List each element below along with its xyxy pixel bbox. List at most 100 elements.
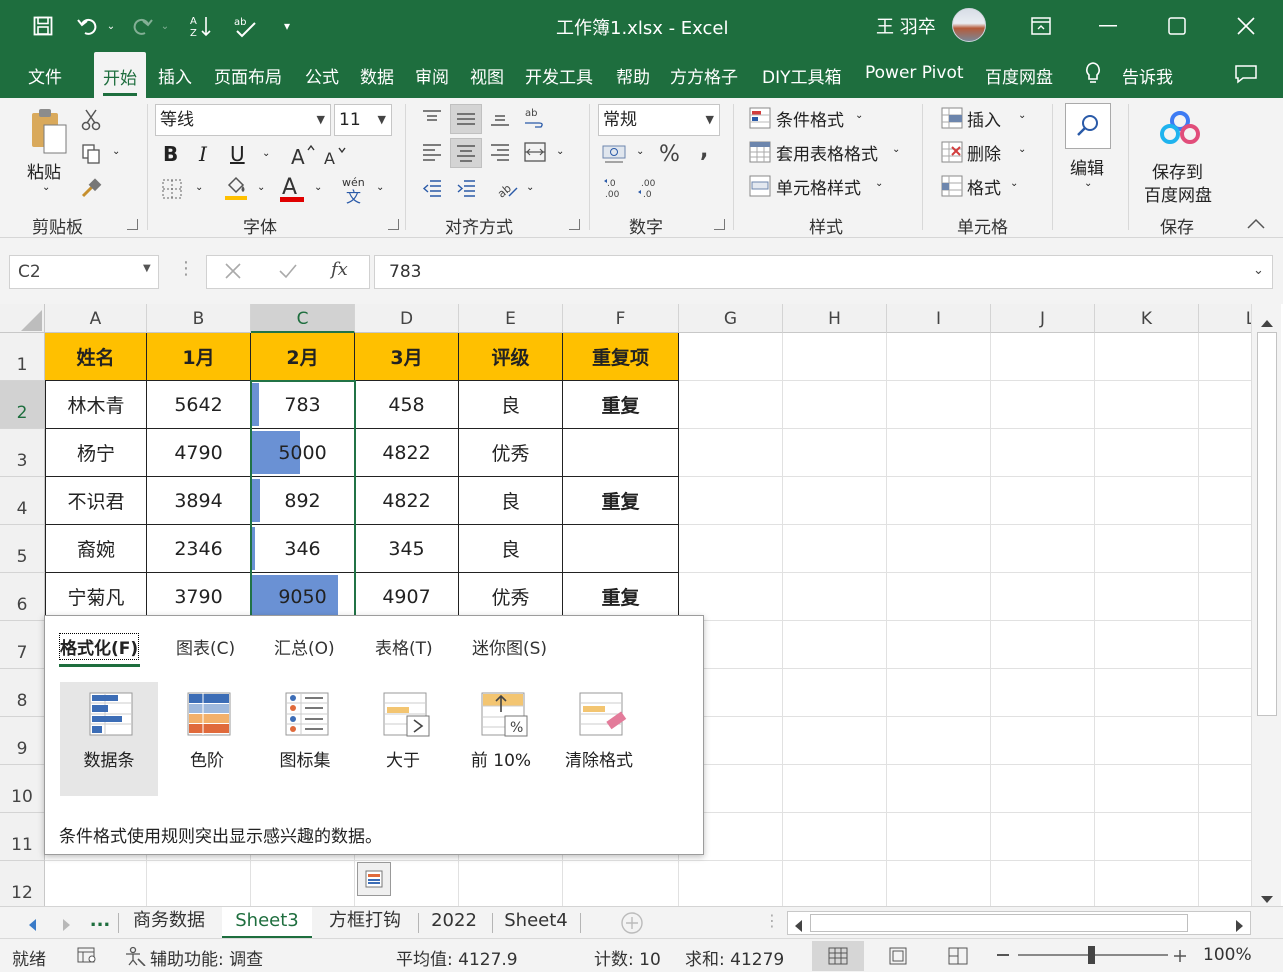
- insert-cells-button[interactable]: 插入: [967, 106, 1001, 131]
- cell[interactable]: [887, 477, 991, 525]
- save-to-line1[interactable]: 保存到: [1152, 158, 1203, 183]
- table-cell[interactable]: 良: [459, 525, 563, 573]
- tab-fangfang[interactable]: 方方格子: [670, 63, 738, 88]
- format-cells-button[interactable]: 格式: [967, 174, 1001, 199]
- insert-cells-dropdown-icon[interactable]: ⌄: [1018, 110, 1026, 121]
- more-sheets-button[interactable]: ...: [89, 907, 111, 939]
- table-cell[interactable]: [563, 525, 679, 573]
- table-cell[interactable]: 3894: [147, 477, 251, 525]
- editing-dropdown-icon[interactable]: ⌄: [1084, 178, 1092, 189]
- column-header-A[interactable]: A: [45, 304, 147, 333]
- table-cell[interactable]: 4790: [147, 429, 251, 477]
- qa-option-color-scale[interactable]: 色阶: [158, 682, 256, 796]
- cell[interactable]: [783, 333, 887, 381]
- delete-cells-button[interactable]: 删除: [967, 140, 1001, 165]
- row-header-9[interactable]: 9: [0, 717, 45, 765]
- scroll-left-icon[interactable]: [794, 917, 802, 937]
- vertical-scrollbar[interactable]: [1251, 304, 1281, 906]
- table-header-cell[interactable]: 1月: [147, 333, 251, 381]
- expand-formula-icon[interactable]: ⌄: [1253, 263, 1264, 278]
- maximize-icon[interactable]: [1154, 8, 1200, 44]
- row-header-1[interactable]: 1: [0, 333, 45, 381]
- table-cell[interactable]: 346: [251, 525, 355, 573]
- table-cell[interactable]: 重复: [563, 381, 679, 429]
- table-cell[interactable]: 2346: [147, 525, 251, 573]
- font-name-combo[interactable]: 等线 ▼: [155, 104, 331, 136]
- table-header-cell[interactable]: 重复项: [563, 333, 679, 381]
- cell[interactable]: [1199, 813, 1251, 861]
- cell[interactable]: [991, 573, 1095, 621]
- qa-option-greater-than[interactable]: 大于: [354, 682, 452, 796]
- paste-label[interactable]: 粘贴: [27, 158, 61, 183]
- cell[interactable]: [1095, 861, 1199, 906]
- increase-font-icon[interactable]: A: [290, 142, 316, 168]
- decrease-decimal-icon[interactable]: .00.0: [636, 176, 666, 202]
- cell[interactable]: [1199, 669, 1251, 717]
- percent-style-button[interactable]: %: [659, 142, 680, 167]
- table-cell[interactable]: 裔婉: [45, 525, 147, 573]
- font-color-icon[interactable]: A: [278, 174, 306, 202]
- table-header-cell[interactable]: 2月: [251, 333, 355, 381]
- table-format-icon[interactable]: [748, 140, 772, 164]
- cell[interactable]: [1199, 861, 1251, 906]
- alignment-launcher-icon[interactable]: [569, 219, 580, 230]
- cell[interactable]: [887, 669, 991, 717]
- row-header-4[interactable]: 4: [0, 477, 45, 525]
- macro-record-icon[interactable]: [77, 946, 97, 969]
- fill-color-icon[interactable]: [222, 174, 250, 202]
- cell[interactable]: [991, 477, 1095, 525]
- number-format-combo[interactable]: 常规 ▼: [598, 104, 720, 136]
- column-header-E[interactable]: E: [459, 304, 563, 333]
- borders-dropdown-icon[interactable]: ⌄: [195, 182, 203, 193]
- cell[interactable]: [679, 573, 783, 621]
- qa-option-databar[interactable]: 数据条: [60, 682, 158, 796]
- add-sheet-icon[interactable]: [620, 911, 644, 940]
- cell[interactable]: [783, 477, 887, 525]
- table-cell[interactable]: [563, 429, 679, 477]
- column-header-J[interactable]: J: [991, 304, 1095, 333]
- zoom-level[interactable]: 100%: [1203, 945, 1252, 965]
- tab-file[interactable]: 文件: [28, 63, 62, 88]
- close-icon[interactable]: [1223, 8, 1269, 44]
- cell[interactable]: [991, 717, 1095, 765]
- underline-dropdown-icon[interactable]: ⌄: [262, 148, 270, 159]
- cell[interactable]: [991, 333, 1095, 381]
- align-right-icon[interactable]: [486, 138, 514, 166]
- format-painter-icon[interactable]: [80, 176, 102, 200]
- cell[interactable]: [1095, 573, 1199, 621]
- row-header-2[interactable]: 2: [0, 381, 45, 429]
- align-center-icon[interactable]: [450, 138, 482, 168]
- cell[interactable]: [1199, 477, 1251, 525]
- page-break-view-icon[interactable]: [932, 941, 984, 971]
- cell[interactable]: [679, 477, 783, 525]
- cell[interactable]: [783, 669, 887, 717]
- cell[interactable]: [1095, 717, 1199, 765]
- cell[interactable]: [783, 621, 887, 669]
- wrap-text-icon[interactable]: ab: [520, 104, 550, 132]
- table-cell[interactable]: 5642: [147, 381, 251, 429]
- cell[interactable]: [887, 525, 991, 573]
- column-header-K[interactable]: K: [1095, 304, 1199, 333]
- qa-tab-totals[interactable]: 汇总(O): [274, 634, 335, 659]
- row-header-12[interactable]: 12: [0, 861, 45, 906]
- font-color-dropdown-icon[interactable]: ⌄: [314, 182, 322, 193]
- copy-icon[interactable]: [80, 142, 102, 166]
- vertical-scroll-thumb[interactable]: [1257, 332, 1277, 716]
- row-header-11[interactable]: 11: [0, 813, 45, 861]
- cell[interactable]: [1095, 429, 1199, 477]
- tab-page-layout[interactable]: 页面布局: [214, 63, 282, 88]
- row-header-3[interactable]: 3: [0, 429, 45, 477]
- cell[interactable]: [1095, 525, 1199, 573]
- sheet-tab-sheet4[interactable]: Sheet4: [494, 907, 578, 939]
- table-header-cell[interactable]: 姓名: [45, 333, 147, 381]
- sheet-tab-sheet3[interactable]: Sheet3: [222, 907, 312, 939]
- table-cell[interactable]: 4822: [355, 477, 459, 525]
- qa-tab-tables[interactable]: 表格(T): [375, 634, 433, 659]
- baidu-netdisk-icon[interactable]: [1158, 108, 1202, 148]
- cell[interactable]: [1199, 573, 1251, 621]
- scroll-right-icon[interactable]: [1236, 917, 1244, 937]
- increase-decimal-icon[interactable]: .0.00: [602, 176, 632, 202]
- table-cell[interactable]: 林木青: [45, 381, 147, 429]
- tab-insert[interactable]: 插入: [158, 63, 192, 88]
- table-header-cell[interactable]: 3月: [355, 333, 459, 381]
